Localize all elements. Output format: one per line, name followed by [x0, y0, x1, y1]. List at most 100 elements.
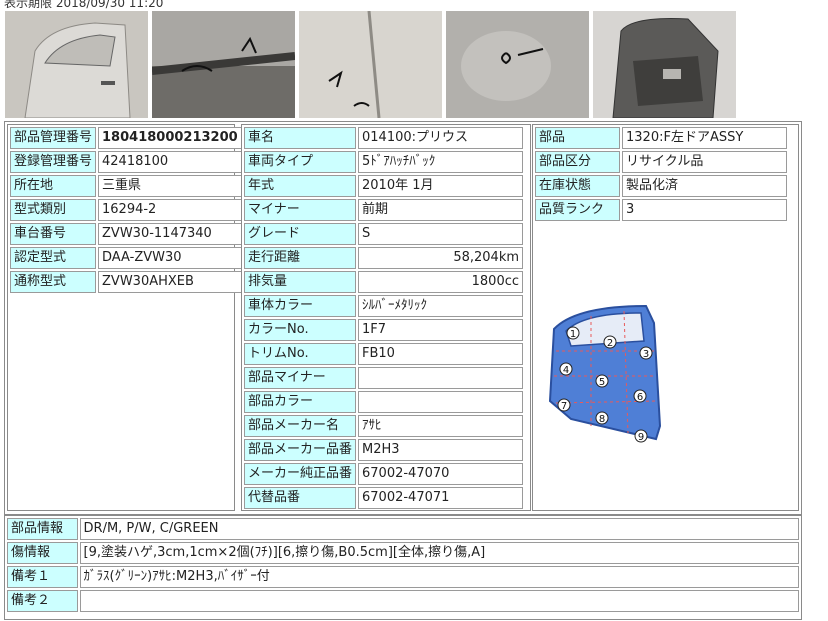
middle-table-row: トリムNo. FB10: [244, 343, 524, 365]
spec-value: 三重県: [98, 175, 242, 197]
photo-door-scratch[interactable]: [446, 11, 589, 118]
zone-label: 3: [643, 349, 649, 360]
spec-value: 42418100: [98, 151, 242, 173]
spec-value: 5ﾄﾞｱﾊｯﾁﾊﾞｯｸ: [358, 151, 524, 173]
photo-door-closeup[interactable]: [299, 11, 442, 118]
bottom-table-row: 部品情報 DR/M, P/W, C/GREEN: [7, 518, 799, 540]
spec-label: グレード: [244, 223, 357, 245]
bottom-table-row: 備考２: [7, 590, 799, 612]
middle-table-row: 走行距離 58,204km: [244, 247, 524, 269]
spec-value: 16294-2: [98, 199, 242, 221]
middle-table-row: 車両タイプ 5ﾄﾞｱﾊｯﾁﾊﾞｯｸ: [244, 151, 524, 173]
spec-label: 通称型式: [10, 271, 97, 293]
spec-value: ｶﾞﾗｽ(ｸﾞﾘｰﾝ)ｱｻﾋ:M2H3,ﾊﾞｲｻﾞｰ付: [79, 566, 799, 588]
middle-table-row: 部品メーカー名 ｱｻﾋ: [244, 415, 524, 437]
spec-label: 傷情報: [7, 542, 78, 564]
spec-value: S: [358, 223, 524, 245]
zone-label: 6: [637, 392, 643, 403]
spec-value: 67002-47070: [358, 463, 524, 485]
middle-table-row: メーカー純正品番 67002-47070: [244, 463, 524, 485]
spec-label: 部品カラー: [244, 391, 357, 413]
zone-label: 7: [561, 401, 567, 412]
photo-door-outer[interactable]: [5, 11, 148, 118]
spec-value: 1320:F左ドアASSY: [622, 127, 787, 149]
zone-label: 5: [599, 377, 605, 388]
header-datetime: 表示期限 2018/09/30 11:20: [4, 0, 164, 10]
middle-table-row: カラーNo. 1F7: [244, 319, 524, 341]
left-table-row: 登録管理番号 42418100: [10, 151, 242, 173]
left-spec-box: 部品管理番号 180418000213200 登録管理番号 42418100 所在地 三重…: [7, 124, 242, 511]
spec-value: FB10: [358, 343, 524, 365]
remarks-panel: 部品情報 DR/M, P/W, C/GREEN 傷情報 [9,塗装ハゲ,3cm,1cm…: [4, 515, 802, 620]
door-zone-diagram: 1 2 3 4 5 6 7 8 9: [536, 301, 686, 451]
spec-value: 67002-47071: [358, 487, 524, 509]
spec-value: M2H3: [358, 439, 524, 461]
spec-label: 認定型式: [10, 247, 97, 269]
middle-table-row: 部品カラー: [244, 391, 524, 413]
bottom-table-row: 備考１ ｶﾞﾗｽ(ｸﾞﾘｰﾝ)ｱｻﾋ:M2H3,ﾊﾞｲｻﾞｰ付: [7, 566, 799, 588]
spec-label: 在庫状態: [535, 175, 620, 197]
right-table-row: 部品区分 リサイクル品: [535, 151, 787, 173]
spec-label: 排気量: [244, 271, 357, 293]
photo-door-inner[interactable]: [593, 11, 736, 118]
middle-spec-box: 車名 014100:プリウス 車両タイプ 5ﾄﾞｱﾊｯﾁﾊﾞｯｸ 年式 2010年 1月マ…: [241, 124, 531, 511]
spec-label: カラーNo.: [244, 319, 357, 341]
remarks-table: 部品情報 DR/M, P/W, C/GREEN 傷情報 [9,塗装ハゲ,3cm,1cm…: [5, 516, 801, 614]
spec-label: 部品マイナー: [244, 367, 357, 389]
left-table-row: 通称型式 ZVW30AHXEB: [10, 271, 242, 293]
spec-label: 備考２: [7, 590, 78, 612]
spec-value: ｼﾙﾊﾞｰﾒﾀﾘｯｸ: [358, 295, 524, 317]
zone-label: 1: [570, 329, 576, 340]
spec-value: 製品化済: [622, 175, 787, 197]
spec-label: 車体カラー: [244, 295, 357, 317]
spec-value: DAA-ZVW30: [98, 247, 242, 269]
spec-label: 部品区分: [535, 151, 620, 173]
spec-value: リサイクル品: [622, 151, 787, 173]
spec-label: マイナー: [244, 199, 357, 221]
middle-table-row: マイナー 前期: [244, 199, 524, 221]
spec-value: 2010年 1月: [358, 175, 524, 197]
left-table-row: 型式類別 16294-2: [10, 199, 242, 221]
spec-label: トリムNo.: [244, 343, 357, 365]
spec-value: 180418000213200: [98, 127, 242, 149]
middle-table-row: 排気量 1800cc: [244, 271, 524, 293]
spec-value: 前期: [358, 199, 524, 221]
spec-label: 所在地: [10, 175, 97, 197]
right-table-row: 部品 1320:F左ドアASSY: [535, 127, 787, 149]
photo-door-mark[interactable]: [152, 11, 295, 118]
spec-value: [358, 367, 524, 389]
spec-label: 部品メーカー名: [244, 415, 357, 437]
spec-label: 部品: [535, 127, 620, 149]
middle-table-row: 代替品番 67002-47071: [244, 487, 524, 509]
middle-spec-table: 車名 014100:プリウス 車両タイプ 5ﾄﾞｱﾊｯﾁﾊﾞｯｸ 年式 2010年 1月マ…: [242, 125, 525, 511]
spec-label: 走行距離: [244, 247, 357, 269]
spec-label: 車名: [244, 127, 357, 149]
spec-label: 登録管理番号: [10, 151, 97, 173]
spec-value: ZVW30AHXEB: [98, 271, 242, 293]
spec-value: [358, 391, 524, 413]
spec-label: 型式類別: [10, 199, 97, 221]
right-spec-table: 部品 1320:F左ドアASSY 部品区分 リサイクル品 在庫状態 製品化済 品質ランク 3: [533, 125, 789, 223]
zone-label: 4: [563, 365, 569, 376]
middle-table-row: 車体カラー ｼﾙﾊﾞｰﾒﾀﾘｯｸ: [244, 295, 524, 317]
bottom-table-row: 傷情報 [9,塗装ハゲ,3cm,1cm×2個(ﾌﾁ)][6,擦り傷,B0.5cm]…: [7, 542, 799, 564]
spec-value: ｱｻﾋ: [358, 415, 524, 437]
spec-label: 部品メーカー品番: [244, 439, 357, 461]
zone-label: 2: [607, 338, 613, 349]
left-table-row: 部品管理番号 180418000213200: [10, 127, 242, 149]
spec-label: 品質ランク: [535, 199, 620, 221]
zone-label: 8: [599, 414, 605, 425]
left-table-row: 認定型式 DAA-ZVW30: [10, 247, 242, 269]
middle-table-row: 車名 014100:プリウス: [244, 127, 524, 149]
spec-value: 3: [622, 199, 787, 221]
spec-value: [79, 590, 799, 612]
left-table-row: 車台番号 ZVW30-1147340: [10, 223, 242, 245]
middle-table-row: グレード S: [244, 223, 524, 245]
middle-table-row: 年式 2010年 1月: [244, 175, 524, 197]
spec-label: 代替品番: [244, 487, 357, 509]
left-spec-table: 部品管理番号 180418000213200 登録管理番号 42418100 所在地 三重…: [8, 125, 244, 295]
spec-value: 1F7: [358, 319, 524, 341]
middle-table-row: 部品マイナー: [244, 367, 524, 389]
spec-label: 部品管理番号: [10, 127, 97, 149]
spec-value: [9,塗装ハゲ,3cm,1cm×2個(ﾌﾁ)][6,擦り傷,B0.5cm][全体…: [79, 542, 799, 564]
